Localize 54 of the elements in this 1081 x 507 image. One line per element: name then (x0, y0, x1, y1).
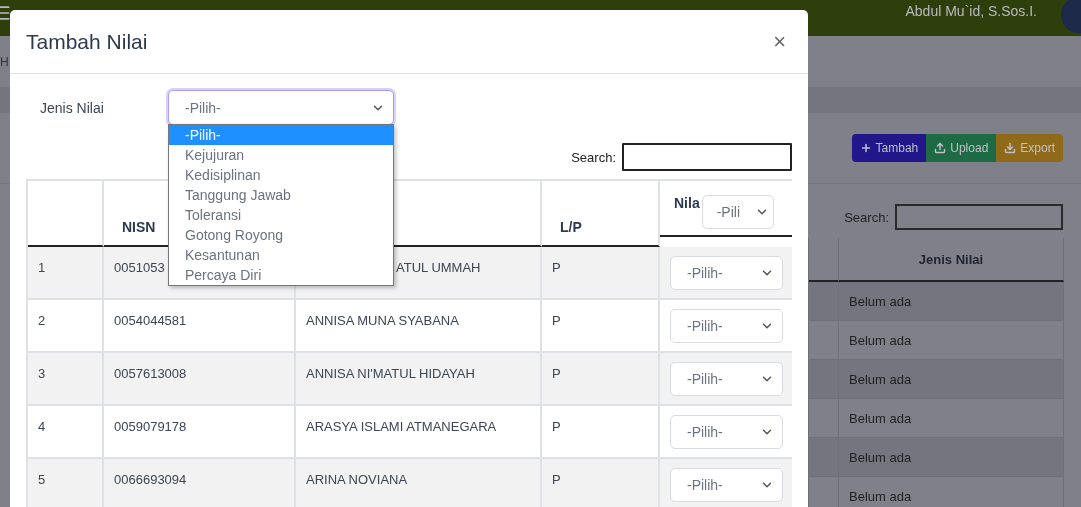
table-cell: P (542, 247, 660, 300)
dropdown-option[interactable]: Percaya Diri (169, 265, 393, 285)
table-cell: 3 (28, 353, 104, 406)
table-cell: 0059079178 (104, 406, 296, 459)
close-button[interactable]: × (767, 28, 792, 55)
upload-button[interactable]: Upload (926, 134, 997, 162)
breadcrumb-text[interactable]: H (0, 54, 9, 69)
add-button[interactable]: Tambah (851, 134, 927, 162)
table-cell: P (542, 459, 660, 507)
export-icon (1004, 142, 1017, 154)
dropdown-option[interactable]: Kedisiplinan (169, 165, 393, 185)
table-cell: 0066693094 (104, 459, 296, 507)
table-cell: Belum ada (839, 438, 1064, 477)
table-cell: P (542, 353, 660, 406)
table-cell: Belum ada (839, 282, 1064, 321)
table-cell: 0057613008 (104, 353, 296, 406)
select-field[interactable]: -Pili (701, 195, 774, 229)
table-cell: 0054044581 (104, 300, 296, 353)
dropdown-option[interactable]: Toleransi (169, 205, 393, 225)
table-cell: ANNISA MUNA SYABANA (296, 300, 542, 353)
table-cell: 2 (28, 300, 104, 353)
table-cell: ARASYA ISLAMI ATMANEGARA (296, 406, 542, 459)
select-field[interactable]: -Pilih- (670, 255, 783, 290)
search-label: Search: (571, 149, 616, 165)
select-field[interactable]: -Pilih- (670, 414, 783, 449)
table-cell: P (542, 406, 660, 459)
dropdown-option[interactable]: Tanggung Jawab (169, 185, 393, 205)
modal-title: Tambah Nilai (26, 29, 148, 54)
table-cell: 4 (28, 406, 104, 459)
upload-icon (934, 142, 947, 154)
select-field[interactable]: -Pilih- (670, 467, 783, 502)
add-icon (859, 142, 872, 154)
select-field[interactable]: -Pilih- (168, 90, 394, 125)
dropdown-option[interactable]: Gotong Royong (169, 225, 393, 245)
export-button[interactable]: Export (996, 134, 1063, 162)
dropdown-option[interactable]: Kejujuran (169, 145, 393, 165)
user-name: Abdul Mu`id, S.Sos.I. (905, 3, 1037, 19)
table-cell: P (542, 300, 660, 353)
table-cell: ARINA NOVIANA (296, 459, 542, 507)
search-field[interactable] (895, 204, 1063, 230)
dropdown-option[interactable]: -Pilih- (169, 125, 393, 145)
select-field[interactable]: -Pilih- (670, 308, 783, 343)
table-cell: Belum ada (839, 360, 1064, 399)
table-cell: ANNISA NI'MATUL HIDAYAH (296, 353, 542, 406)
dropdown-option[interactable]: Kesantunan (169, 245, 393, 265)
table-cell: 1 (28, 247, 104, 300)
field-label: Jenis Nilai (39, 99, 105, 116)
table-cell: Belum ada (839, 399, 1064, 438)
search-field[interactable] (622, 143, 792, 171)
search-label: Search: (844, 209, 889, 225)
table-cell: Belum ada (839, 321, 1064, 360)
column-header: Nila (674, 195, 700, 211)
select-field[interactable]: -Pilih- (670, 361, 783, 396)
table-cell: 5 (28, 459, 104, 507)
